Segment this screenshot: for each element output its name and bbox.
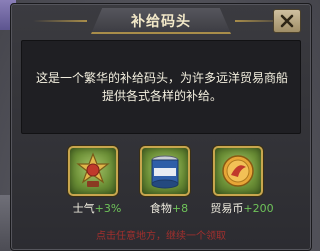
reward-amount: +3% <box>94 202 122 215</box>
dialog-title-bar: 补给码头 <box>19 8 303 34</box>
tap-to-continue-hint[interactable]: 点击任意地方，继续一个领取 <box>11 227 311 242</box>
supply-dock-dialog: 补给码头 这是一个繁华的补给码头，为许多远洋贸易商船提供各式各样的补给。 士气+… <box>10 3 312 251</box>
reward-morale: 士气+3% <box>59 144 129 222</box>
reward-label: 食物+8 <box>127 200 211 216</box>
reward-name: 食物 <box>149 202 172 215</box>
trade-coin-icon[interactable] <box>213 146 263 196</box>
reward-trade-coin: 贸易币+200 <box>204 144 274 222</box>
reward-amount: +8 <box>171 202 189 215</box>
close-button[interactable] <box>273 9 301 33</box>
reward-label: 贸易币+200 <box>200 200 284 216</box>
morale-medal-icon[interactable] <box>68 146 118 196</box>
game-screen: 补给码头 这是一个繁华的补给码头，为许多远洋贸易商船提供各式各样的补给。 士气+… <box>0 0 320 251</box>
background-decoration <box>0 195 10 251</box>
reward-name: 士气 <box>72 202 95 215</box>
reward-food: 食物+8 <box>131 144 201 222</box>
reward-amount: +200 <box>243 202 274 215</box>
dialog-description: 这是一个繁华的补给码头，为许多远洋贸易商船提供各式各样的补给。 <box>36 71 289 103</box>
title-decoration-left <box>33 20 87 22</box>
description-panel: 这是一个繁华的补给码头，为许多远洋贸易商船提供各式各样的补给。 <box>21 40 301 134</box>
close-icon <box>280 14 294 28</box>
dialog-title: 补给码头 <box>131 14 191 30</box>
rewards-row: 士气+3% 食物+8 贸易币+200 <box>11 144 311 224</box>
food-can-icon[interactable] <box>140 146 190 196</box>
reward-name: 贸易币 <box>210 202 244 215</box>
